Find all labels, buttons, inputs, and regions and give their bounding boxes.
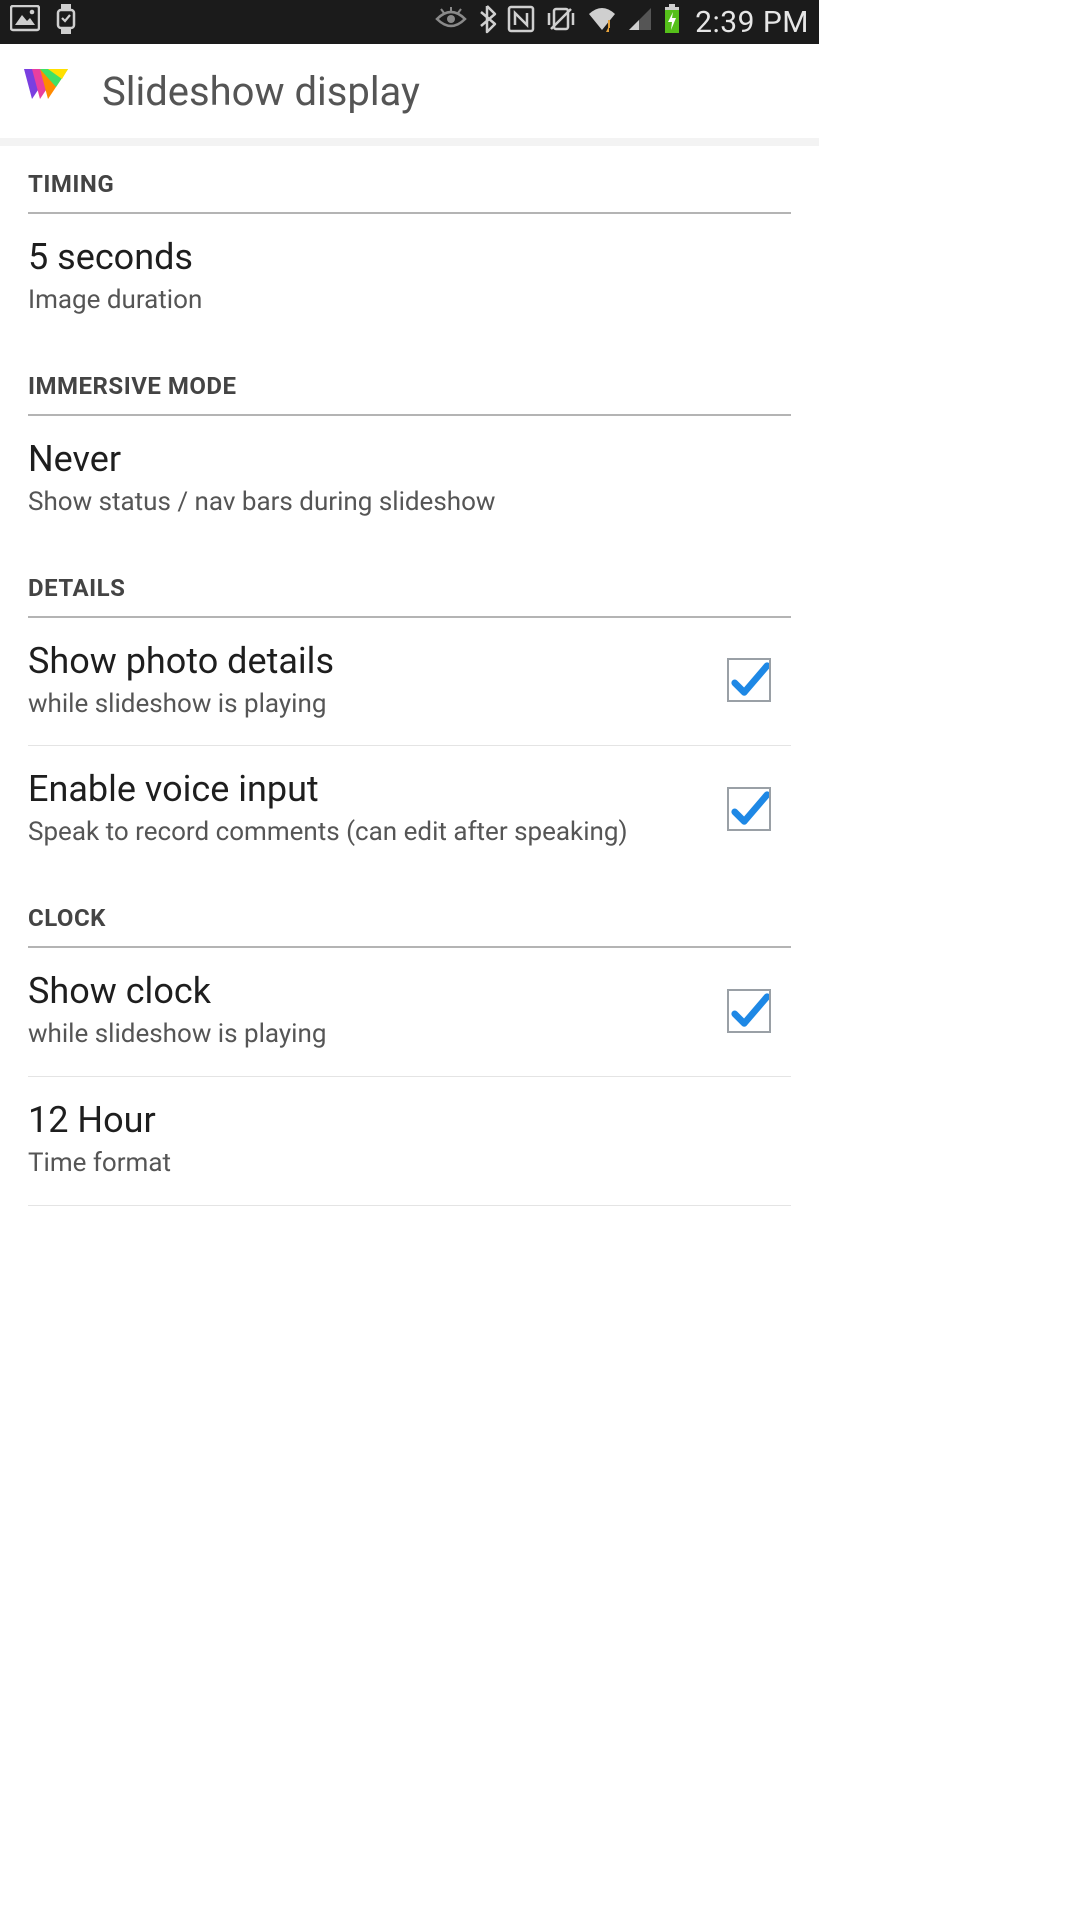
pref-enable-voice-input[interactable]: Enable voice input Speak to record comme… <box>28 746 791 874</box>
pref-title: Never <box>28 438 771 480</box>
pref-show-photo-details[interactable]: Show photo details while slideshow is pl… <box>28 618 791 747</box>
status-bar: 2:39 PM <box>0 0 819 44</box>
vibrate-silent-icon <box>545 5 577 40</box>
settings-list: TIMING 5 seconds Image duration IMMERSIV… <box>0 164 819 1206</box>
pref-summary: Time format <box>28 1147 771 1181</box>
cell-signal-icon <box>627 6 653 39</box>
eye-icon <box>435 7 467 38</box>
section-header-details: DETAILS <box>28 544 791 618</box>
nfc-icon <box>507 5 535 40</box>
section-header-timing: TIMING <box>28 164 791 214</box>
pref-title: 12 Hour <box>28 1099 771 1141</box>
pref-summary: while slideshow is playing <box>28 688 707 722</box>
section-header-clock: CLOCK <box>28 874 791 948</box>
pref-summary: Image duration <box>28 284 771 318</box>
checkbox-show-clock[interactable] <box>727 989 771 1033</box>
pref-show-clock[interactable]: Show clock while slideshow is playing <box>28 948 791 1077</box>
pref-summary: while slideshow is playing <box>28 1018 707 1052</box>
pref-title: Enable voice input <box>28 768 707 810</box>
wifi-icon <box>587 6 617 39</box>
pref-summary: Speak to record comments (can edit after… <box>28 816 707 850</box>
checkbox-enable-voice-input[interactable] <box>727 787 771 831</box>
checkbox-show-photo-details[interactable] <box>727 658 771 702</box>
section-header-immersive: IMMERSIVE MODE <box>28 342 791 416</box>
bluetooth-icon <box>477 4 497 41</box>
pref-title: Show clock <box>28 970 707 1012</box>
pref-summary: Show status / nav bars during slideshow <box>28 486 771 520</box>
pref-title: Show photo details <box>28 640 707 682</box>
app-logo-icon <box>18 63 74 119</box>
pref-immersive-mode[interactable]: Never Show status / nav bars during slid… <box>28 416 791 544</box>
pref-image-duration[interactable]: 5 seconds Image duration <box>28 214 791 342</box>
pref-title: 5 seconds <box>28 236 771 278</box>
battery-charging-icon <box>663 4 681 41</box>
watch-notification-icon <box>54 4 78 41</box>
page-title: Slideshow display <box>102 68 420 115</box>
picture-notification-icon <box>10 5 40 40</box>
action-bar: Slideshow display <box>0 44 819 140</box>
pref-time-format[interactable]: 12 Hour Time format <box>28 1077 791 1206</box>
status-clock: 2:39 PM <box>695 5 809 40</box>
